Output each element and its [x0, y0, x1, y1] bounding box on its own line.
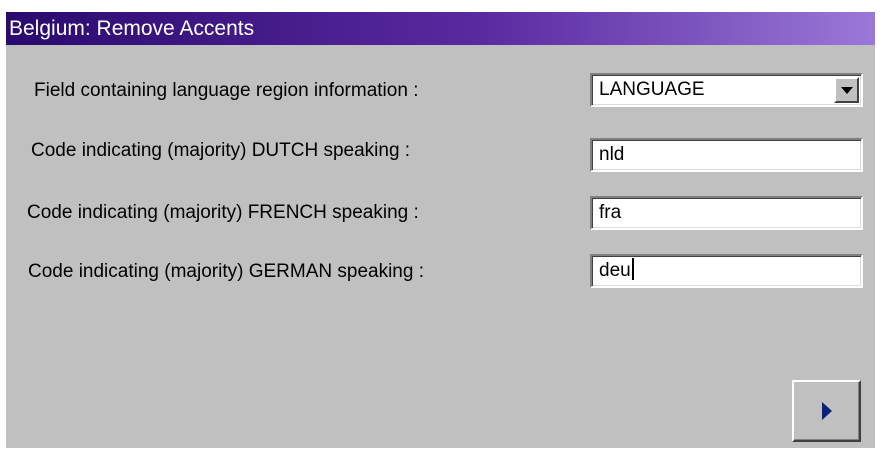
text-cursor — [631, 258, 634, 280]
language-field-label: Field containing language region informa… — [34, 80, 419, 101]
play-icon — [822, 402, 832, 420]
dutch-code-value: nld — [599, 144, 625, 165]
german-code-value: deu — [599, 260, 631, 281]
german-code-label: Code indicating (majority) GERMAN speaki… — [28, 261, 424, 282]
dialog-title: Belgium: Remove Accents — [9, 17, 255, 40]
french-code-value: fra — [599, 202, 622, 223]
next-button[interactable] — [792, 380, 861, 442]
german-code-input[interactable]: deu — [590, 254, 863, 288]
dialog-window: Belgium: Remove Accents Field containing… — [6, 12, 875, 448]
french-code-input[interactable]: fra — [590, 196, 863, 230]
dutch-code-label: Code indicating (majority) DUTCH speakin… — [31, 140, 411, 161]
language-field-select[interactable]: LANGUAGE — [590, 73, 863, 107]
french-code-label: Code indicating (majority) FRENCH speaki… — [27, 202, 419, 223]
dialog-titlebar: Belgium: Remove Accents — [6, 12, 875, 45]
language-field-dropdown-button[interactable] — [834, 77, 859, 103]
language-field-selected-value: LANGUAGE — [599, 79, 705, 100]
chevron-down-icon — [841, 87, 853, 94]
dutch-code-input[interactable]: nld — [590, 138, 863, 172]
